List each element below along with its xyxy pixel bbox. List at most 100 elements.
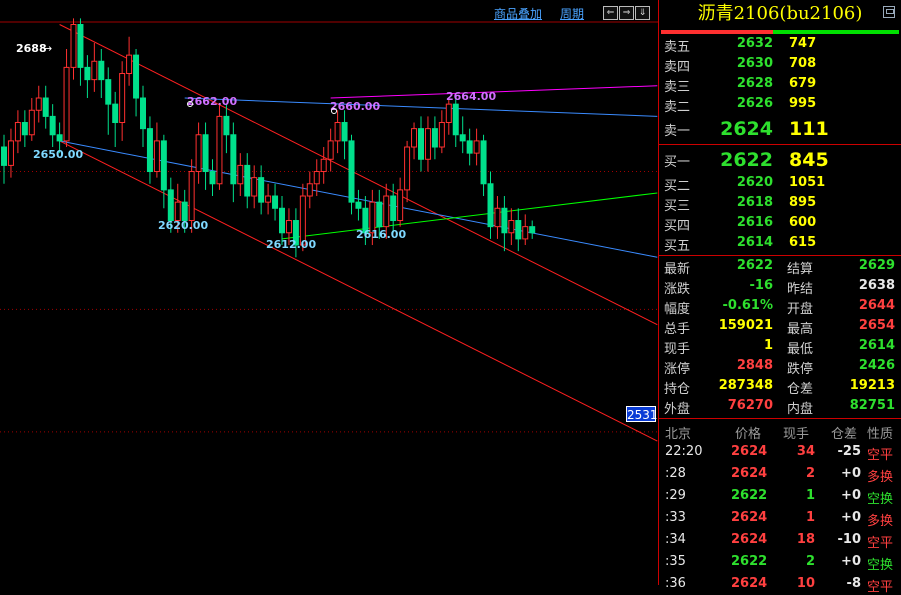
candle-body xyxy=(153,140,160,173)
tick-row[interactable]: :34 2624 18 -10 空平 xyxy=(659,529,901,551)
stat-value: 2426 xyxy=(858,358,895,373)
stat-label: 涨停 xyxy=(664,362,691,377)
candle-body xyxy=(376,201,383,228)
tick-row[interactable]: :28 2624 2 +0 多换 xyxy=(659,463,901,485)
candle-body xyxy=(216,115,223,185)
bid-price: 2616 xyxy=(736,215,773,230)
stat-value: 287348 xyxy=(718,378,773,393)
stat-value: 159021 xyxy=(718,318,773,333)
nav-right-icon[interactable]: ⇒ xyxy=(619,6,635,20)
bid-price: 2614 xyxy=(736,235,773,250)
candle-body xyxy=(105,79,112,105)
bid-label: 买五 xyxy=(664,239,691,254)
stat-value: 2629 xyxy=(858,258,895,273)
candle-body xyxy=(383,195,390,228)
bid-row[interactable]: 买四 2616 600 xyxy=(659,213,901,234)
tick-nature: 空平 xyxy=(867,536,894,551)
tick-row[interactable]: :36 2624 10 -8 空平 xyxy=(659,573,901,595)
channel-lower-line xyxy=(59,140,658,442)
ask-volume: 747 xyxy=(789,36,817,51)
tick-row[interactable]: :29 2622 1 +0 空换 xyxy=(659,485,901,507)
tick-oi-change: +0 xyxy=(841,466,861,481)
tick-row[interactable]: :35 2622 2 +0 空换 xyxy=(659,551,901,573)
candle-body xyxy=(126,54,133,75)
bid-price: 2618 xyxy=(736,195,773,210)
stat-row: 幅度 -0.61% 开盘 2644 xyxy=(659,296,901,317)
period-link[interactable]: 周期 xyxy=(560,5,584,22)
tick-row[interactable]: 22:20 2624 34 -25 空平 xyxy=(659,441,901,463)
tick-nature: 多换 xyxy=(867,514,894,529)
tick-price: 2624 xyxy=(731,510,768,525)
stat-label: 结算 xyxy=(787,262,814,277)
tick-price: 2624 xyxy=(731,532,768,547)
contract-title: 沥青2106(bu2106) xyxy=(659,0,901,30)
tick-row[interactable]: :33 2624 1 +0 多换 xyxy=(659,507,901,529)
candle-body xyxy=(56,134,63,142)
stat-row: 最新 2622 结算 2629 xyxy=(659,256,901,277)
candle-body xyxy=(42,97,49,117)
bid-label: 买四 xyxy=(664,219,691,234)
candle-body xyxy=(119,73,126,124)
bid-row[interactable]: 买二 2620 1051 xyxy=(659,173,901,194)
ask-row[interactable]: 卖二 2626 995 xyxy=(659,94,901,115)
tick-oi-change: +0 xyxy=(841,554,861,569)
stat-label: 持仓 xyxy=(664,382,691,397)
candle-body xyxy=(480,140,487,185)
stat-value: 2654 xyxy=(858,318,895,333)
tick-price: 2624 xyxy=(731,466,768,481)
ask-row[interactable]: 卖四 2630 708 xyxy=(659,54,901,75)
ticks-header: 北京 价格 现手 仓差 性质 xyxy=(659,419,901,442)
candle-body xyxy=(501,207,508,234)
stat-label: 开盘 xyxy=(787,302,814,317)
bid-row[interactable]: 买五 2614 615 xyxy=(659,233,901,254)
arrow-icon: → xyxy=(43,42,52,55)
candle-body xyxy=(49,115,56,136)
price-annotation-high: 2660.00 xyxy=(330,100,380,113)
candle-body xyxy=(1,146,7,166)
ask-row[interactable]: 卖三 2628 679 xyxy=(659,74,901,95)
kline-chart-svg[interactable]: 26882650.002662.00 2660.002664.002620.002… xyxy=(0,0,658,585)
tick-time: :34 xyxy=(665,532,686,547)
tick-volume: 1 xyxy=(805,488,815,503)
candle-body xyxy=(445,103,452,124)
stat-value: 82751 xyxy=(849,398,895,413)
candle-body xyxy=(411,128,418,148)
resistance-blue-line xyxy=(184,97,658,117)
price-annotation-low: 2620.00 xyxy=(158,219,208,232)
kline-chart[interactable]: 2688 2650.00 2662.00 2660.00 2664.00 2620.00 2… xyxy=(0,0,658,585)
tick-time: :35 xyxy=(665,554,686,569)
ask-price: 2626 xyxy=(736,96,773,111)
bid-row[interactable]: 买三 2618 895 xyxy=(659,193,901,214)
tick-volume: 10 xyxy=(796,576,815,591)
candle-body xyxy=(237,164,244,185)
contract-title-text: 沥青2106(bu2106) xyxy=(697,3,863,24)
tick-nature: 空换 xyxy=(867,558,894,573)
stat-value: 2644 xyxy=(858,298,895,313)
candle-body xyxy=(522,226,529,240)
nav-left-icon[interactable]: ⇐ xyxy=(603,6,619,20)
candle-body xyxy=(272,195,279,209)
candle-body xyxy=(459,134,466,142)
ask1-row[interactable]: 卖一 2624 111 xyxy=(659,114,901,142)
candle-body xyxy=(21,122,28,136)
candle-body xyxy=(223,115,230,136)
ticks-header-volume: 现手 xyxy=(783,427,810,442)
bid-volume: 895 xyxy=(789,195,817,210)
ask-row[interactable]: 卖五 2632 747 xyxy=(659,34,901,55)
stat-value: 2638 xyxy=(858,278,895,293)
candle-body xyxy=(473,140,480,154)
candle-body xyxy=(515,220,522,240)
candle-body xyxy=(508,220,515,234)
support-green-line xyxy=(281,192,658,240)
window-icon[interactable] xyxy=(883,6,895,18)
bid-volume: 600 xyxy=(789,215,817,230)
ticks-header-oi-change: 仓差 xyxy=(831,427,858,442)
overlay-link[interactable]: 商品叠加 xyxy=(494,5,542,22)
stat-value: -16 xyxy=(749,278,774,293)
tick-volume: 18 xyxy=(796,532,815,547)
nav-down-icon[interactable]: ⇓ xyxy=(635,6,651,20)
candle-body xyxy=(14,122,21,142)
bid1-row[interactable]: 买一 2622 845 xyxy=(659,145,901,173)
candle-body xyxy=(424,128,431,160)
stat-label: 最新 xyxy=(664,262,691,277)
